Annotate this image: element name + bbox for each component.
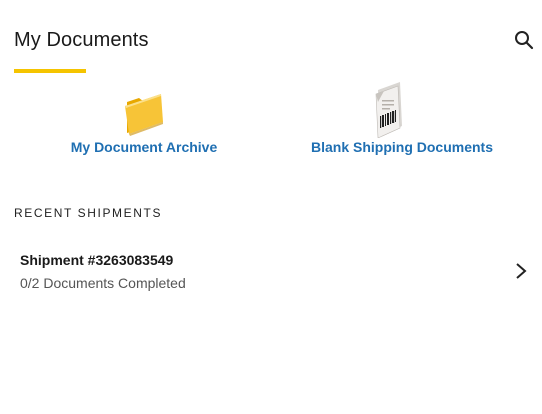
tile-label: My Document Archive bbox=[70, 139, 218, 155]
search-button[interactable] bbox=[514, 30, 534, 50]
shipment-title: Shipment #3263083549 bbox=[20, 252, 174, 268]
recent-shipments-heading: RECENT SHIPMENTS bbox=[14, 206, 163, 220]
search-icon bbox=[515, 31, 534, 50]
tile-my-document-archive[interactable]: My Document Archive bbox=[14, 82, 274, 162]
chevron-right-icon bbox=[516, 263, 527, 279]
barcode-document-icon bbox=[375, 82, 402, 138]
title-underline bbox=[14, 69, 86, 73]
page-title: My Documents bbox=[14, 29, 149, 51]
document-tiles: My Document Archive Blank Shipping Docum… bbox=[14, 82, 534, 162]
shipment-list-item[interactable]: Shipment #3263083549 0/2 Documents Compl… bbox=[14, 240, 534, 302]
shipment-status: 0/2 Documents Completed bbox=[20, 275, 186, 291]
header: My Documents bbox=[14, 28, 534, 74]
tile-label: Blank Shipping Documents bbox=[310, 139, 493, 155]
folder-icon bbox=[125, 94, 163, 136]
tile-blank-shipping-documents[interactable]: Blank Shipping Documents bbox=[274, 82, 534, 162]
